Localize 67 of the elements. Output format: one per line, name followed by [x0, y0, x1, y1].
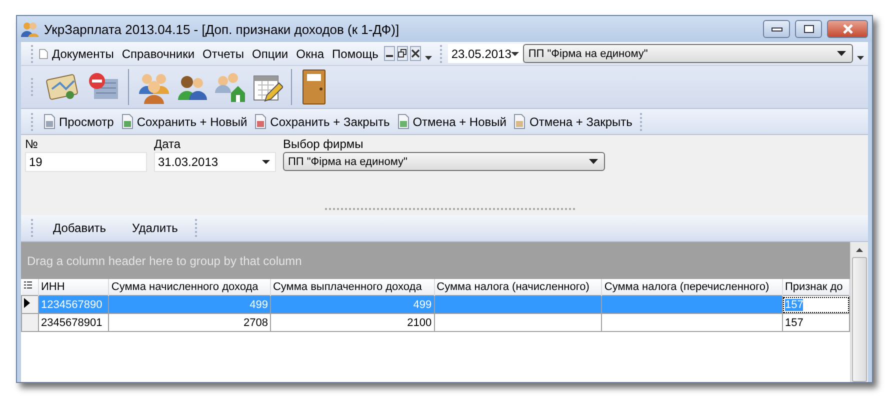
menu-item[interactable]: Справочники	[118, 46, 199, 60]
menu-item[interactable]: Документы	[48, 46, 118, 60]
date-field[interactable]: 23.05.2013	[448, 44, 524, 63]
table-cell: 2345678901	[38, 314, 109, 332]
date-label: Дата	[154, 137, 182, 151]
group-hint: Drag a column header here to group by that column	[27, 254, 302, 268]
column-header[interactable]: ИНН	[38, 279, 109, 296]
column-header[interactable]: Сумма выплаченного дохода	[270, 279, 434, 296]
column-header[interactable]: Сумма налога (начисленного)	[434, 279, 602, 296]
restore-icon	[398, 49, 408, 58]
people-house-icon[interactable]	[213, 71, 245, 103]
people-icon	[21, 21, 39, 37]
action-button[interactable]: Отмена + Закрыть	[510, 114, 636, 129]
action-button[interactable]: Сохранить + Новый	[118, 114, 252, 129]
table-cell: 499	[108, 296, 270, 314]
number-label: №	[25, 137, 39, 151]
number-field[interactable]: 19	[25, 152, 147, 172]
menu-item[interactable]: Окна	[292, 46, 328, 60]
menu-item[interactable]: Отчеты	[198, 46, 248, 60]
date-field[interactable]: 31.03.2013	[154, 152, 276, 172]
firm-label: Выбор фирмы	[283, 137, 364, 151]
row-pointer-icon	[24, 298, 30, 308]
table-cell: 2708	[108, 314, 270, 332]
column-header[interactable]: Признак до	[782, 279, 850, 296]
window-title: УкрЗарплата 2013.04.15 - [Доп. признаки доходов (к 1-ДФ)]	[44, 22, 400, 36]
close-button[interactable]	[410, 46, 422, 61]
table-cell: 157	[784, 316, 804, 328]
column-header[interactable]: Сумма начисленного дохода	[108, 279, 270, 296]
table-cell: 2100	[270, 314, 434, 332]
grid-button[interactable]: Удалить	[119, 221, 191, 235]
scrollbar[interactable]	[850, 242, 868, 382]
maximize-button[interactable]	[795, 20, 822, 38]
minimize-button[interactable]	[763, 20, 790, 38]
table-cell: 499	[270, 296, 434, 314]
column-chooser-icon[interactable]	[24, 280, 32, 290]
chevron-icon	[857, 56, 864, 60]
chevron-icon	[425, 56, 432, 60]
dropdown-arrow-icon	[589, 159, 598, 164]
table-cell: 1234567890	[38, 296, 109, 314]
firm-dropdown[interactable]: ПП "Фірма на единому"	[283, 152, 605, 171]
document-icon	[122, 114, 133, 129]
close-icon	[411, 49, 420, 58]
minimize-button[interactable]	[384, 46, 396, 61]
grid-button[interactable]: Добавить	[40, 221, 120, 235]
table-cell: 157	[784, 298, 804, 310]
dropdown-arrow-icon	[262, 160, 270, 164]
action-button[interactable]: Просмотр	[40, 114, 118, 129]
table-row[interactable]: 2345678901 2708 2100 157	[22, 314, 850, 332]
maximize-icon	[802, 24, 814, 34]
close-button[interactable]	[827, 20, 868, 38]
minimize-icon	[770, 26, 782, 32]
dropdown-arrow-icon	[511, 52, 520, 56]
action-button[interactable]: Сохранить + Закрыть	[251, 114, 394, 129]
column-header[interactable]: Сумма налога (перечисленного)	[602, 279, 782, 296]
door-icon[interactable]	[300, 69, 328, 105]
document-icon	[255, 114, 266, 129]
restore-button[interactable]	[397, 46, 408, 61]
menu-item[interactable]: Опции	[248, 46, 292, 60]
document-icon	[398, 114, 409, 129]
firm-dropdown[interactable]: ПП "Фірма на единому"	[523, 44, 853, 63]
document-icon	[44, 114, 55, 129]
scroll-up-icon[interactable]	[856, 248, 863, 252]
action-button[interactable]: Отмена + Новый	[394, 114, 510, 129]
dropdown-arrow-icon	[837, 51, 846, 56]
menu-item[interactable]: Помощь	[328, 46, 382, 60]
close-icon	[842, 24, 854, 34]
document-icon	[514, 114, 526, 129]
